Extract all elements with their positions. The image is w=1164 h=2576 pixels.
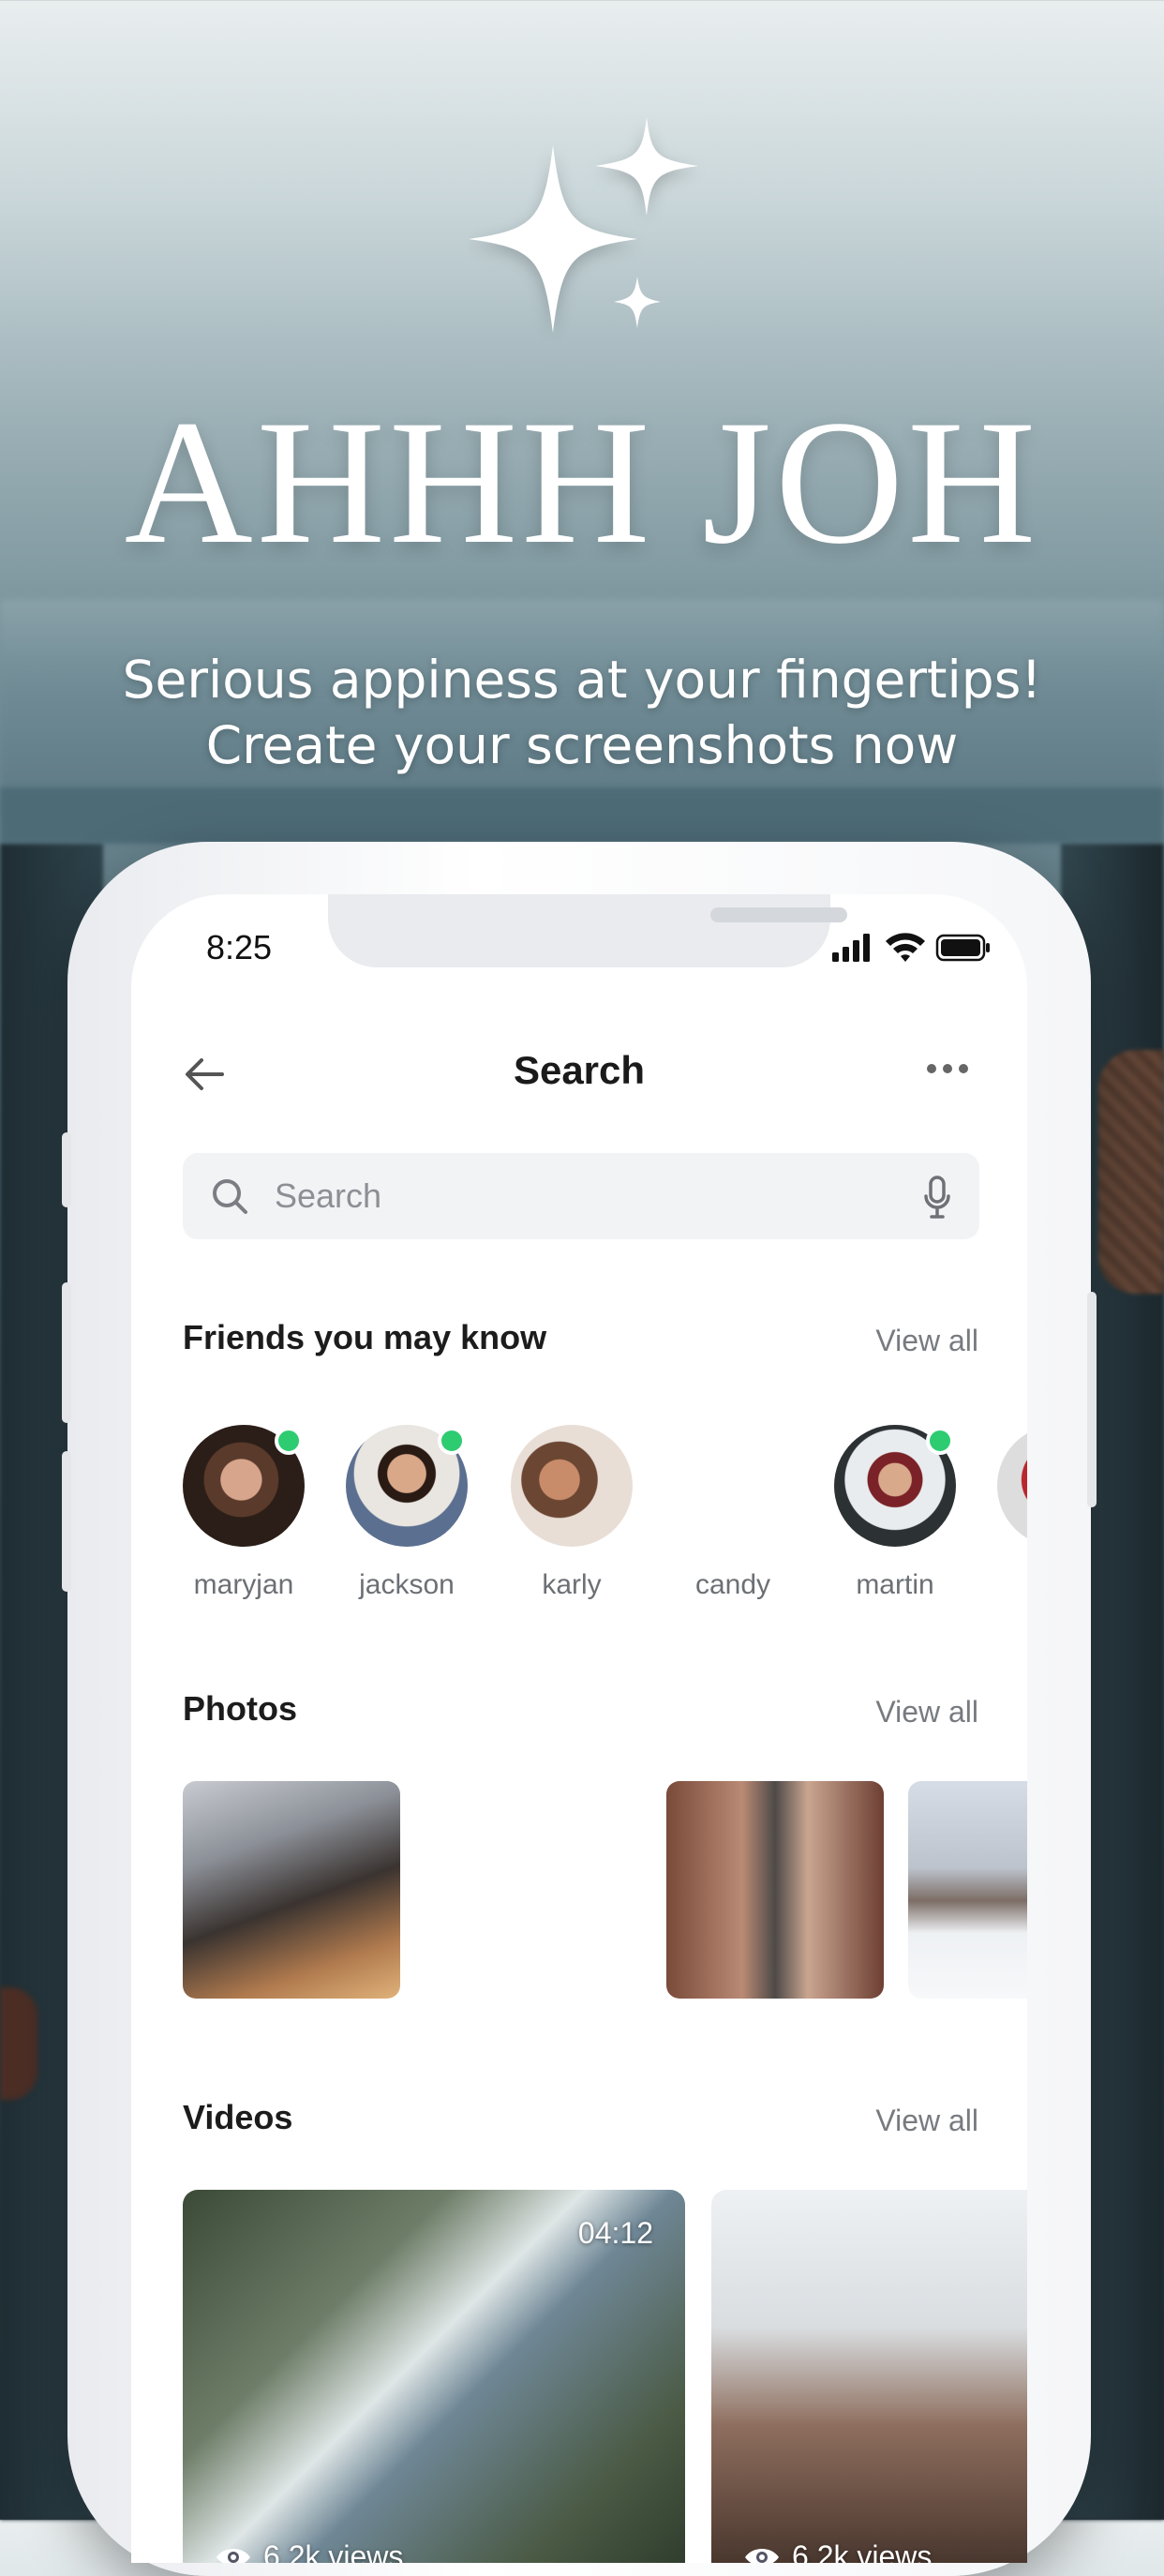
battery-icon xyxy=(935,934,990,962)
views-count: 6.2k views xyxy=(792,2539,933,2563)
friend-item-partial[interactable]: m xyxy=(983,1425,1027,1601)
friend-name: karly xyxy=(542,1569,602,1600)
friend-item-karly[interactable]: karly xyxy=(497,1425,647,1601)
search-icon xyxy=(213,1179,247,1214)
more-options-icon[interactable] xyxy=(926,1059,969,1078)
tagline-line-2: Create your screenshots now xyxy=(205,715,959,775)
speaker-grille xyxy=(710,907,847,922)
photos-row xyxy=(183,1781,1027,1999)
signal-icon xyxy=(832,934,870,962)
promo-headline: AHHH JOH xyxy=(124,384,1040,581)
status-icons xyxy=(832,933,990,962)
friends-list: maryjan jackson karly candy martin xyxy=(183,1425,1027,1612)
phone-frame: 8:25 Search Search Friends you may know … xyxy=(62,842,1097,2576)
friends-section-title: Friends you may know xyxy=(183,1318,547,1356)
photo-thumbnail-friends[interactable] xyxy=(183,1781,400,1999)
friend-item-jackson[interactable]: jackson xyxy=(332,1425,482,1601)
photo-thumbnail-alley[interactable] xyxy=(666,1781,884,1999)
microphone-icon[interactable] xyxy=(923,1176,951,1219)
eye-icon xyxy=(745,2548,779,2563)
search-bar[interactable] xyxy=(183,1153,979,1239)
views-count: 6.2k views xyxy=(263,2539,404,2563)
friend-item-maryjan[interactable]: maryjan xyxy=(169,1425,319,1601)
video-card[interactable]: 04:12 6.2k views xyxy=(183,2190,685,2563)
friend-name: maryjan xyxy=(193,1569,294,1600)
videos-section-title: Videos xyxy=(183,2098,293,2136)
avatar xyxy=(672,1425,794,1547)
video-views: 6.2k views xyxy=(215,2539,403,2563)
promo-tagline: Serious appiness at your fingertips! Cre… xyxy=(0,647,1164,778)
online-status-dot xyxy=(275,1427,303,1455)
avatar xyxy=(511,1425,633,1547)
video-duration: 04:12 xyxy=(577,2216,653,2250)
online-status-dot xyxy=(926,1427,954,1455)
volume-up-button xyxy=(62,1282,71,1423)
background-table xyxy=(0,787,1164,844)
friend-name: m xyxy=(983,1569,1027,1601)
online-status-dot xyxy=(438,1427,466,1455)
mute-switch xyxy=(62,1132,71,1207)
tagline-line-1: Serious appiness at your fingertips! xyxy=(122,650,1042,710)
photos-section-title: Photos xyxy=(183,1689,297,1728)
eye-icon xyxy=(216,2548,250,2563)
power-button xyxy=(1087,1292,1097,1507)
photos-view-all-link[interactable]: View all xyxy=(875,1695,978,1730)
background-lamp xyxy=(0,1987,37,2100)
app-screen: 8:25 Search Search Friends you may know … xyxy=(131,894,1027,2563)
videos-row: 04:12 6.2k views 6.2k views xyxy=(183,2190,1027,2563)
friend-item-martin[interactable]: martin xyxy=(820,1425,970,1601)
video-card[interactable]: 6.2k views xyxy=(711,2190,1027,2563)
photo-thumbnail-mountain[interactable] xyxy=(908,1781,1027,1999)
status-time: 8:25 xyxy=(206,928,273,966)
navigation-bar: Search xyxy=(131,1035,1027,1110)
avatar xyxy=(834,1425,956,1547)
friend-name: candy xyxy=(694,1569,771,1600)
volume-down-button xyxy=(62,1451,71,1592)
wifi-icon xyxy=(886,933,925,962)
search-input[interactable] xyxy=(273,1172,886,1221)
friend-name: jackson xyxy=(359,1569,455,1600)
avatar xyxy=(183,1425,305,1547)
notch xyxy=(328,894,847,967)
avatar xyxy=(997,1425,1027,1547)
friend-item-candy[interactable]: candy xyxy=(658,1425,808,1601)
friend-name: martin xyxy=(856,1569,934,1600)
video-views: 6.2k views xyxy=(743,2539,932,2563)
sparkles-icon xyxy=(469,117,698,333)
page-title: Search xyxy=(513,1048,646,1092)
background-basket xyxy=(1098,1050,1164,1294)
photo-thumbnail-palm-street[interactable] xyxy=(425,1781,642,1999)
avatar xyxy=(346,1425,468,1547)
videos-view-all-link[interactable]: View all xyxy=(875,2104,978,2138)
friends-view-all-link[interactable]: View all xyxy=(875,1324,978,1358)
